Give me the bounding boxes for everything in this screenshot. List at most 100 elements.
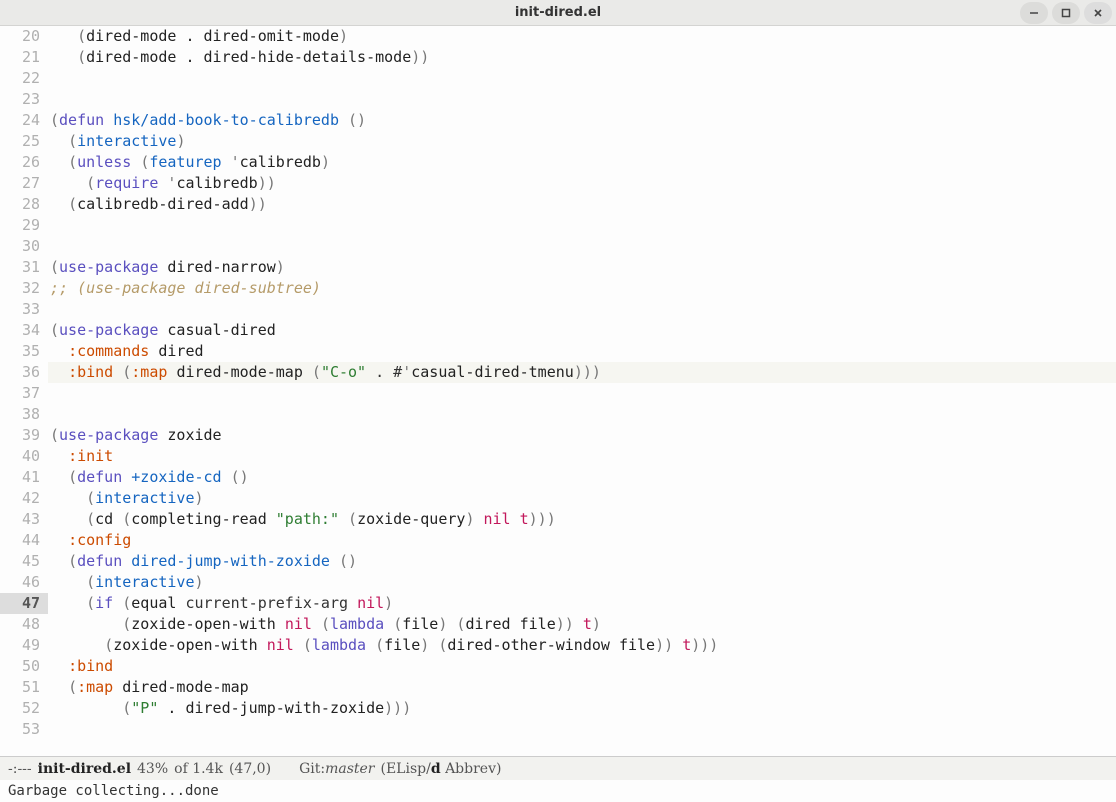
line-content[interactable]: (dired-mode . dired-omit-mode) (48, 26, 1116, 47)
line-content[interactable] (48, 719, 1116, 740)
line-number: 38 (0, 404, 48, 425)
line-number: 20 (0, 26, 48, 47)
code-line[interactable]: 25 (interactive) (0, 131, 1116, 152)
code-line[interactable]: 28 (calibredb-dired-add)) (0, 194, 1116, 215)
code-line[interactable]: 50 :bind (0, 656, 1116, 677)
line-content[interactable]: :bind (:map dired-mode-map ("C-o" . #'ca… (48, 362, 1116, 383)
line-content[interactable]: ;; (use-package dired-subtree) (48, 278, 1116, 299)
line-content[interactable] (48, 383, 1116, 404)
code-line[interactable]: 21 (dired-mode . dired-hide-details-mode… (0, 47, 1116, 68)
line-content[interactable]: (calibredb-dired-add)) (48, 194, 1116, 215)
code-line[interactable]: 46 (interactive) (0, 572, 1116, 593)
line-number: 30 (0, 236, 48, 257)
modeline-readonly-indicator: -:--- (8, 761, 32, 777)
minimize-button[interactable] (1020, 2, 1048, 24)
line-content[interactable]: (require 'calibredb)) (48, 173, 1116, 194)
line-content[interactable]: (zoxide-open-with nil (lambda (file) (di… (48, 635, 1116, 656)
code-line[interactable]: 32;; (use-package dired-subtree) (0, 278, 1116, 299)
line-content[interactable]: (defun dired-jump-with-zoxide () (48, 551, 1116, 572)
line-number: 34 (0, 320, 48, 341)
line-content[interactable]: (interactive) (48, 488, 1116, 509)
title-bar: init-dired.el (0, 0, 1116, 26)
line-content[interactable]: (if (equal current-prefix-arg nil) (48, 593, 1116, 614)
window-controls (1020, 0, 1112, 25)
line-content[interactable]: ("P" . dired-jump-with-zoxide))) (48, 698, 1116, 719)
line-number: 53 (0, 719, 48, 740)
editor-area[interactable]: 20 (dired-mode . dired-omit-mode)21 (dir… (0, 26, 1116, 756)
close-icon (1093, 8, 1103, 18)
line-number: 51 (0, 677, 48, 698)
line-number: 31 (0, 257, 48, 278)
modeline-buffer-name: init-dired.el (38, 761, 131, 777)
code-line[interactable]: 39(use-package zoxide (0, 425, 1116, 446)
line-content[interactable] (48, 236, 1116, 257)
mode-line[interactable]: -:--- init-dired.el 43% of 1.4k (47,0) G… (0, 756, 1116, 780)
line-content[interactable]: (zoxide-open-with nil (lambda (file) (di… (48, 614, 1116, 635)
line-content[interactable]: (cd (completing-read "path:" (zoxide-que… (48, 509, 1116, 530)
line-content[interactable]: (interactive) (48, 572, 1116, 593)
code-line[interactable]: 31(use-package dired-narrow) (0, 257, 1116, 278)
code-line[interactable]: 30 (0, 236, 1116, 257)
line-content[interactable]: :init (48, 446, 1116, 467)
code-line[interactable]: 43 (cd (completing-read "path:" (zoxide-… (0, 509, 1116, 530)
code-line[interactable]: 33 (0, 299, 1116, 320)
code-line[interactable]: 24(defun hsk/add-book-to-calibredb () (0, 110, 1116, 131)
code-line[interactable]: 42 (interactive) (0, 488, 1116, 509)
code-line[interactable]: 38 (0, 404, 1116, 425)
code-line[interactable]: 40 :init (0, 446, 1116, 467)
line-number: 29 (0, 215, 48, 236)
line-content[interactable]: (dired-mode . dired-hide-details-mode)) (48, 47, 1116, 68)
echo-area: Garbage collecting...done (0, 780, 1116, 802)
code-line[interactable]: 37 (0, 383, 1116, 404)
maximize-button[interactable] (1052, 2, 1080, 24)
code-line[interactable]: 47 (if (equal current-prefix-arg nil) (0, 593, 1116, 614)
line-number: 48 (0, 614, 48, 635)
line-content[interactable]: (use-package dired-narrow) (48, 257, 1116, 278)
code-line[interactable]: 29 (0, 215, 1116, 236)
line-number: 22 (0, 68, 48, 89)
code-line[interactable]: 45 (defun dired-jump-with-zoxide () (0, 551, 1116, 572)
code-line[interactable]: 49 (zoxide-open-with nil (lambda (file) … (0, 635, 1116, 656)
line-content[interactable]: :config (48, 530, 1116, 551)
minimize-icon (1029, 8, 1039, 18)
code-line[interactable]: 27 (require 'calibredb)) (0, 173, 1116, 194)
line-content[interactable]: :bind (48, 656, 1116, 677)
line-content[interactable]: (use-package zoxide (48, 425, 1116, 446)
line-content[interactable] (48, 68, 1116, 89)
line-content[interactable]: (defun hsk/add-book-to-calibredb () (48, 110, 1116, 131)
line-number: 42 (0, 488, 48, 509)
code-line[interactable]: 41 (defun +zoxide-cd () (0, 467, 1116, 488)
line-content[interactable]: (defun +zoxide-cd () (48, 467, 1116, 488)
code-line[interactable]: 51 (:map dired-mode-map (0, 677, 1116, 698)
line-number: 46 (0, 572, 48, 593)
line-content[interactable] (48, 299, 1116, 320)
line-content[interactable]: (:map dired-mode-map (48, 677, 1116, 698)
line-number: 41 (0, 467, 48, 488)
line-content[interactable]: (interactive) (48, 131, 1116, 152)
code-line[interactable]: 48 (zoxide-open-with nil (lambda (file) … (0, 614, 1116, 635)
line-number: 43 (0, 509, 48, 530)
close-button[interactable] (1084, 2, 1112, 24)
code-line[interactable]: 20 (dired-mode . dired-omit-mode) (0, 26, 1116, 47)
code-line[interactable]: 36 :bind (:map dired-mode-map ("C-o" . #… (0, 362, 1116, 383)
code-line[interactable]: 22 (0, 68, 1116, 89)
line-number: 25 (0, 131, 48, 152)
line-content[interactable] (48, 89, 1116, 110)
line-content[interactable] (48, 215, 1116, 236)
code-line[interactable]: 23 (0, 89, 1116, 110)
line-number: 24 (0, 110, 48, 131)
code-line[interactable]: 35 :commands dired (0, 341, 1116, 362)
line-content[interactable] (48, 404, 1116, 425)
line-content[interactable]: (use-package casual-dired (48, 320, 1116, 341)
line-number: 52 (0, 698, 48, 719)
code-line[interactable]: 53 (0, 719, 1116, 740)
line-content[interactable]: :commands dired (48, 341, 1116, 362)
code-line[interactable]: 34(use-package casual-dired (0, 320, 1116, 341)
code-line[interactable]: 44 :config (0, 530, 1116, 551)
line-content[interactable]: (unless (featurep 'calibredb) (48, 152, 1116, 173)
line-number: 45 (0, 551, 48, 572)
line-number: 40 (0, 446, 48, 467)
code-line[interactable]: 52 ("P" . dired-jump-with-zoxide))) (0, 698, 1116, 719)
code-line[interactable]: 26 (unless (featurep 'calibredb) (0, 152, 1116, 173)
modeline-position: (47,0) (229, 761, 271, 777)
